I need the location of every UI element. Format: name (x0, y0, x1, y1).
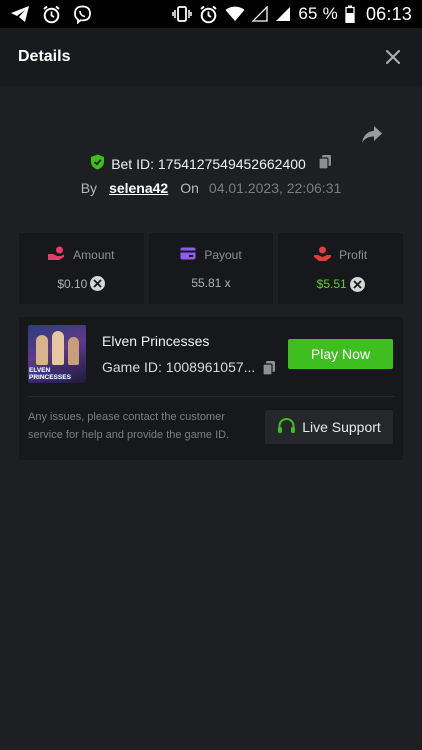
stat-payout: Payout 55.81 x (148, 233, 274, 304)
game-thumbnail[interactable]: ELVEN PRINCESSES (28, 325, 86, 383)
game-card: ELVEN PRINCESSES Elven Princesses Game I… (19, 317, 403, 460)
card-divider (28, 396, 394, 397)
telegram-icon (10, 5, 30, 23)
share-icon[interactable] (360, 124, 384, 146)
bet-by-row: By selena42 On 04.01.2023, 22:06:31 (0, 180, 422, 196)
copy-bet-id-icon[interactable] (318, 154, 332, 173)
status-bar: 65 % 06:13 (0, 0, 422, 28)
clock: 06:13 (365, 3, 412, 24)
close-icon[interactable] (382, 46, 404, 68)
stat-amount-value: $0.10 (57, 276, 88, 291)
card-icon (180, 247, 196, 263)
currency-icon (90, 276, 106, 291)
stat-payout-value: 55.81 x (191, 276, 231, 290)
headset-icon (277, 417, 296, 438)
stat-profit-label: Profit (339, 247, 368, 262)
signal-icon (275, 6, 291, 22)
stat-payout-label: Payout (204, 248, 242, 262)
alarm-icon (42, 5, 61, 24)
username-link[interactable]: selena42 (109, 180, 168, 196)
shield-check-icon (90, 154, 105, 173)
stat-amount-label: Amount (73, 247, 115, 262)
game-name: Elven Princesses (102, 333, 210, 349)
vibrate-icon (172, 5, 193, 23)
bet-id: Bet ID: 1754127549452662400 (111, 155, 306, 172)
bet-id-row: Bet ID: 1754127549452662400 (0, 154, 422, 173)
wifi-icon (225, 6, 245, 22)
support-help-text: Any issues, please contact the customer … (28, 411, 230, 441)
game-id: Game ID: 1008961057... (102, 359, 256, 375)
signal-empty-icon (252, 6, 269, 22)
stat-profit-value: $5.51 (316, 277, 347, 291)
battery-percent: 65 % (298, 4, 338, 23)
stat-amount: Amount $0.10 (19, 233, 144, 304)
by-label: By (80, 180, 98, 196)
bet-stats: Amount $0.10 Payout 55.81 x Profit $5.51 (19, 233, 404, 304)
profit-icon (314, 246, 332, 264)
live-support-button[interactable]: Live Support (265, 410, 393, 444)
on-label: On (180, 180, 199, 196)
copy-game-id-icon[interactable] (262, 360, 276, 381)
bet-date: 04.01.2023, 22:06:31 (208, 180, 342, 196)
game-thumbnail-title: ELVEN PRINCESSES (29, 367, 71, 381)
currency-icon (349, 276, 365, 292)
hand-coin-icon (48, 246, 65, 263)
stat-profit: Profit $5.51 (278, 233, 404, 304)
play-now-button[interactable]: Play Now (288, 339, 393, 369)
viber-icon (73, 5, 92, 24)
alarm-icon-right (199, 5, 218, 24)
battery-icon (345, 5, 355, 23)
page-title: Details (18, 48, 71, 65)
details-header: Details (0, 28, 422, 86)
live-support-label: Live Support (302, 419, 381, 435)
